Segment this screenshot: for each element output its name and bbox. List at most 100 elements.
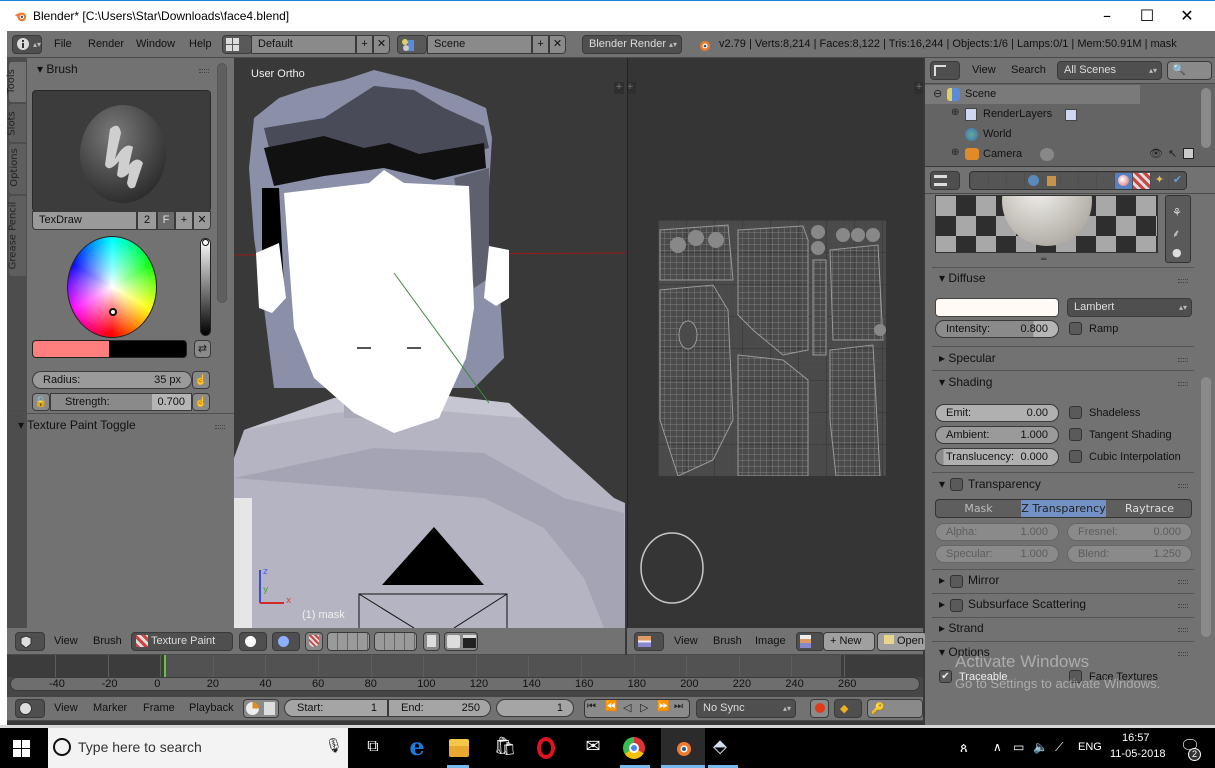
- open-image-button[interactable]: Open: [877, 632, 927, 651]
- tab-particles[interactable]: ✦: [1151, 173, 1168, 189]
- tab-physics[interactable]: ✔: [1169, 173, 1186, 189]
- mask-toggle-button[interactable]: [305, 632, 323, 651]
- menu-view[interactable]: View: [972, 61, 996, 80]
- editor-type-outliner-button[interactable]: [930, 61, 960, 80]
- mode-z-transparency[interactable]: Z Transparency: [1021, 500, 1106, 517]
- shadeless-checkbox[interactable]: [1069, 406, 1082, 419]
- jump-end-icon[interactable]: ⏭: [674, 701, 683, 712]
- mode-mask[interactable]: Mask: [936, 500, 1021, 517]
- tool-shelf-scrollbar[interactable]: [217, 63, 227, 303]
- tab-tools[interactable]: Tools: [6, 62, 26, 102]
- unlink-brush-button[interactable]: ✕: [193, 211, 211, 230]
- brush-color-swatch[interactable]: [32, 340, 187, 358]
- resize-handle[interactable]: ═: [1041, 255, 1046, 265]
- mirror-checkbox[interactable]: [950, 575, 963, 588]
- blend-field[interactable]: Blend: 1.250: [1067, 545, 1192, 563]
- layers-grid-2[interactable]: [374, 632, 417, 651]
- layout-name-field[interactable]: Default: [251, 35, 356, 54]
- transparency-specular-field[interactable]: Specular: 1.000: [935, 545, 1059, 563]
- diffuse-panel-header[interactable]: ▾ Diffuse: [939, 271, 986, 285]
- tab-slots[interactable]: Slots: [7, 104, 26, 142]
- outliner-search-field[interactable]: 🔍: [1167, 61, 1212, 80]
- emit-field[interactable]: Emit: 0.00: [935, 404, 1059, 422]
- fresnel-field[interactable]: Fresnel: 0.000: [1067, 523, 1192, 541]
- opera-icon[interactable]: [537, 737, 555, 759]
- menu-view[interactable]: View: [674, 632, 698, 651]
- play-icon[interactable]: ▷: [640, 701, 648, 714]
- keying-mode-select[interactable]: ◆: [834, 699, 862, 718]
- file-explorer-icon[interactable]: [449, 739, 469, 757]
- layers-grid-1[interactable]: [327, 632, 370, 651]
- delete-layout-button[interactable]: ✕: [373, 35, 390, 54]
- jump-start-icon[interactable]: ⏮: [587, 701, 596, 712]
- keying-set-field[interactable]: 🔑: [867, 699, 923, 718]
- specular-panel-header[interactable]: ▸ Specular: [939, 351, 996, 365]
- strength-lock-button[interactable]: 🔓: [32, 393, 50, 411]
- panel-grip[interactable]: [1178, 358, 1188, 362]
- auto-keying-button[interactable]: [810, 699, 829, 718]
- clock-date[interactable]: 11-05-2018: [1110, 748, 1165, 760]
- color-wheel[interactable]: [67, 236, 157, 338]
- play-reverse-icon[interactable]: ◁: [623, 701, 631, 714]
- browse-image-button[interactable]: [796, 632, 824, 651]
- lock-range-icon[interactable]: [264, 702, 275, 715]
- tab-scene[interactable]: [1007, 173, 1024, 189]
- strength-pressure-button[interactable]: ☝: [192, 393, 210, 411]
- preview-range-buttons[interactable]: [243, 699, 279, 718]
- current-frame-field[interactable]: 1: [496, 699, 574, 717]
- volume-icon[interactable]: 🔈: [1033, 740, 1048, 754]
- ambient-field[interactable]: Ambient: 1.000: [935, 426, 1059, 444]
- expand-panel-icon[interactable]: +: [614, 82, 624, 94]
- tab-grease-pencil[interactable]: Grease Pencil: [7, 196, 26, 276]
- diffuse-color-swatch[interactable]: [935, 298, 1059, 317]
- scene-name-field[interactable]: Scene: [427, 35, 532, 54]
- texture-paint-toggle-header[interactable]: ▾ Texture Paint Toggle: [18, 418, 136, 432]
- app-icon[interactable]: ⬘: [708, 736, 732, 760]
- alpha-field[interactable]: Alpha: 1.000: [935, 523, 1059, 541]
- editor-type-info-button[interactable]: ▴▾: [12, 35, 42, 54]
- clock-time[interactable]: 16:57: [1122, 732, 1150, 744]
- menu-window[interactable]: Window: [136, 35, 175, 54]
- intensity-field[interactable]: Intensity: 0.800: [935, 320, 1059, 338]
- ramp-checkbox[interactable]: [1069, 322, 1082, 335]
- panel-grip[interactable]: [215, 425, 225, 429]
- strength-field[interactable]: Strength: 0.700: [50, 393, 192, 411]
- menu-brush[interactable]: Brush: [93, 632, 122, 651]
- current-frame-indicator[interactable]: [164, 655, 166, 677]
- transparency-panel-header[interactable]: ▾: [939, 477, 945, 491]
- tab-render[interactable]: [971, 173, 988, 189]
- sss-panel-header[interactable]: ▸: [939, 597, 945, 611]
- secondary-color[interactable]: [109, 341, 186, 357]
- tab-modifiers[interactable]: [1079, 173, 1096, 189]
- primary-color[interactable]: [33, 341, 109, 357]
- preview-hair-icon[interactable]: ⸙: [1172, 226, 1180, 241]
- menu-help[interactable]: Help: [189, 35, 212, 54]
- menu-render[interactable]: Render: [88, 35, 124, 54]
- mail-icon[interactable]: ✉: [581, 736, 605, 760]
- brush-users-count[interactable]: 2: [137, 211, 157, 230]
- brush-panel-header[interactable]: ▾ Brush: [37, 62, 78, 76]
- render-icon[interactable]: [1183, 148, 1194, 159]
- brush-preview[interactable]: [32, 90, 211, 212]
- network-icon[interactable]: ⟋: [1055, 740, 1063, 755]
- outliner-row-scene[interactable]: ⊖ Scene: [925, 85, 1140, 104]
- edge-icon[interactable]: e: [405, 735, 429, 760]
- people-icon[interactable]: ጰ: [960, 740, 968, 756]
- panel-grip[interactable]: [1178, 382, 1188, 386]
- tab-constraints[interactable]: [1061, 173, 1078, 189]
- menu-view[interactable]: View: [54, 632, 78, 651]
- radius-field[interactable]: Radius: 35 px: [32, 371, 192, 389]
- panel-grip[interactable]: [1178, 652, 1188, 656]
- tab-material[interactable]: [1115, 173, 1132, 189]
- mode-select[interactable]: Texture Paint: [131, 632, 233, 651]
- blender-taskbar-button[interactable]: [661, 728, 705, 768]
- menu-marker[interactable]: Marker: [93, 699, 127, 718]
- 3d-viewport[interactable]: User Ortho z y x (1) mask +: [234, 58, 625, 628]
- render-buttons[interactable]: [444, 632, 478, 651]
- sss-checkbox[interactable]: [950, 599, 963, 612]
- color-picker-cursor[interactable]: [109, 308, 117, 316]
- strand-panel-header[interactable]: ▸ Strand: [939, 621, 984, 635]
- windows-start-icon[interactable]: [13, 740, 30, 757]
- value-slider[interactable]: [200, 238, 211, 336]
- add-scene-button[interactable]: +: [532, 35, 549, 54]
